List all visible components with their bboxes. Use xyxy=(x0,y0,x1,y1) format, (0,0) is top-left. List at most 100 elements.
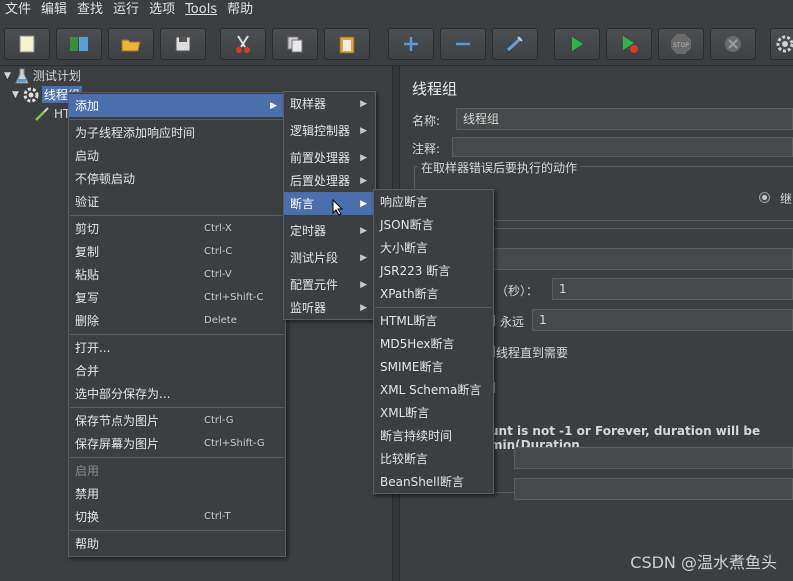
submenu-arrow-icon: ▶ xyxy=(360,175,367,186)
submenu-item-label: 前置处理器 xyxy=(290,151,351,165)
assertion-item-label: HTML断言 xyxy=(380,314,438,328)
submenu-item-label: 逻辑控制器 xyxy=(290,124,351,138)
submenu-item-listener[interactable]: 监听器 ▶ xyxy=(284,296,375,319)
assertion-item-duration[interactable]: 断言持续时间 xyxy=(374,424,493,447)
menu-item-start[interactable]: 启动 xyxy=(69,144,285,167)
assertion-item-md5hex[interactable]: MD5Hex断言 xyxy=(374,332,493,355)
assertion-item-jsr223[interactable]: JSR223 断言 xyxy=(374,259,493,282)
assertion-item-smime[interactable]: SMIME断言 xyxy=(374,355,493,378)
menu-help[interactable]: 帮助 xyxy=(222,0,258,20)
menu-file[interactable]: 文件 xyxy=(0,0,36,20)
pipette-icon xyxy=(35,106,49,121)
expand-arrow-icon[interactable]: ▼ xyxy=(4,71,11,81)
expand-button[interactable] xyxy=(388,28,434,60)
menu-item-label: 复制 xyxy=(75,245,100,259)
submenu-item-label: 取样器 xyxy=(290,97,327,111)
paste-button[interactable] xyxy=(324,28,370,60)
menu-item-open[interactable]: 打开... xyxy=(69,336,285,359)
menu-item-merge[interactable]: 合并 xyxy=(69,359,285,382)
assertion-item-label: 比较断言 xyxy=(380,452,429,466)
menu-item-label: 打开... xyxy=(75,341,111,355)
assertion-item-json[interactable]: JSON断言 xyxy=(374,213,493,236)
menu-item-duplicate[interactable]: 复写 Ctrl+Shift-C xyxy=(69,286,285,309)
comment-field[interactable] xyxy=(452,137,793,157)
assertion-item-size[interactable]: 大小断言 xyxy=(374,236,493,259)
name-field[interactable]: 线程组 xyxy=(456,108,793,130)
templates-button[interactable] xyxy=(56,28,102,60)
menu-item-help[interactable]: 帮助 xyxy=(69,532,285,555)
submenu-item-test-fragment[interactable]: 测试片段 ▶ xyxy=(284,246,375,269)
ramp-up-field[interactable]: 1 xyxy=(552,278,793,300)
menu-run[interactable]: 运行 xyxy=(108,0,144,20)
menu-item-save-node-image[interactable]: 保存节点为图片 Ctrl-G xyxy=(69,409,285,432)
collapse-button[interactable] xyxy=(440,28,486,60)
start-button[interactable] xyxy=(554,28,600,60)
shutdown-button[interactable] xyxy=(710,28,756,60)
new-icon xyxy=(19,35,35,53)
submenu-item-post-processor[interactable]: 后置处理器 ▶ xyxy=(284,169,375,192)
assertion-item-xpath[interactable]: XPath断言 xyxy=(374,282,493,305)
start-no-pause-icon xyxy=(623,36,638,53)
menu-item-accel: Ctrl-T xyxy=(204,511,231,522)
watermark: CSDN @温水煮鱼头 xyxy=(630,553,777,572)
submenu-item-pre-processor[interactable]: 前置处理器 ▶ xyxy=(284,146,375,169)
assertion-item-xml-schema[interactable]: XML Schema断言 xyxy=(374,378,493,401)
menu-item-disable[interactable]: 禁用 xyxy=(69,482,285,505)
menu-item-add[interactable]: 添加 ▶ xyxy=(69,94,285,117)
menu-item-label: 合并 xyxy=(75,364,100,378)
submenu-item-assertion[interactable]: 断言 ▶ xyxy=(284,192,375,216)
menu-item-validate[interactable]: 验证 xyxy=(69,190,285,213)
continue-radio[interactable] xyxy=(759,192,770,203)
submenu-item-label: 定时器 xyxy=(290,224,327,238)
assertion-item-beanshell[interactable]: BeanShell断言 xyxy=(374,470,493,493)
loop-count-field[interactable]: 1 xyxy=(532,309,793,331)
menu-edit[interactable]: 编辑 xyxy=(36,0,72,20)
panel-title: 线程组 xyxy=(412,80,458,98)
menu-item-delete[interactable]: 删除 Delete xyxy=(69,309,285,332)
cut-button[interactable] xyxy=(220,28,266,60)
menu-item-save-screen-image[interactable]: 保存屏幕为图片 Ctrl+Shift-G xyxy=(69,432,285,455)
comment-label: 注释: xyxy=(412,142,441,156)
assertion-item-compare[interactable]: 比较断言 xyxy=(374,447,493,470)
open-button[interactable] xyxy=(108,28,154,60)
menu-item-label: 帮助 xyxy=(75,537,100,551)
stop-button[interactable]: STOP xyxy=(658,28,704,60)
menu-options[interactable]: 选项 xyxy=(144,0,180,20)
new-button[interactable] xyxy=(4,28,50,60)
menu-item-copy[interactable]: 复制 Ctrl-C xyxy=(69,240,285,263)
menu-item-label: 粘贴 xyxy=(75,268,100,282)
menu-item-add-response-time[interactable]: 为子线程添加响应时间 xyxy=(69,121,285,144)
tree-node-http[interactable]: HT xyxy=(34,104,70,123)
tree-node-test-plan[interactable]: ▼ 测试计划 xyxy=(4,66,81,85)
assertion-item-html[interactable]: HTML断言 xyxy=(374,309,493,332)
duration-field[interactable] xyxy=(514,447,793,469)
menu-item-start-no-pause[interactable]: 不停顿启动 xyxy=(69,167,285,190)
toggle-button[interactable] xyxy=(492,28,538,60)
thread-count-field[interactable] xyxy=(450,248,793,270)
submenu-item-logic-controller[interactable]: 逻辑控制器 ▶ xyxy=(284,119,375,142)
menu-item-cut[interactable]: 剪切 Ctrl-X xyxy=(69,217,285,240)
submenu-item-sampler[interactable]: 取样器 ▶ xyxy=(284,92,375,115)
menu-item-add-label: 添加 xyxy=(75,99,100,113)
menu-tools[interactable]: Tools xyxy=(180,0,222,20)
assertion-item-xml[interactable]: XML断言 xyxy=(374,401,493,424)
start-no-pause-button[interactable] xyxy=(606,28,652,60)
menu-search[interactable]: 查找 xyxy=(72,0,108,20)
menu-item-accel: Delete xyxy=(204,315,237,326)
assertion-item-response[interactable]: 响应断言 xyxy=(374,190,493,213)
delay-thread-label: 线程直到需要 xyxy=(496,346,569,360)
copy-button[interactable] xyxy=(272,28,318,60)
expand-arrow-icon[interactable]: ▼ xyxy=(12,90,19,100)
submenu-item-config-element[interactable]: 配置元件 ▶ xyxy=(284,273,375,296)
menu-item-paste[interactable]: 粘贴 Ctrl-V xyxy=(69,263,285,286)
menu-item-save-selection[interactable]: 选中部分保存为... xyxy=(69,382,285,405)
menu-item-label: 选中部分保存为... xyxy=(75,387,171,401)
startup-delay-field[interactable] xyxy=(514,478,793,500)
settings-button[interactable] xyxy=(770,28,793,60)
menu-item-toggle[interactable]: 切换 Ctrl-T xyxy=(69,505,285,528)
menu-item-label: 剪切 xyxy=(75,222,100,236)
mouse-cursor-icon xyxy=(332,199,344,216)
save-button[interactable] xyxy=(160,28,206,60)
submenu-item-label: 断言 xyxy=(290,197,315,211)
submenu-item-timer[interactable]: 定时器 ▶ xyxy=(284,219,375,242)
